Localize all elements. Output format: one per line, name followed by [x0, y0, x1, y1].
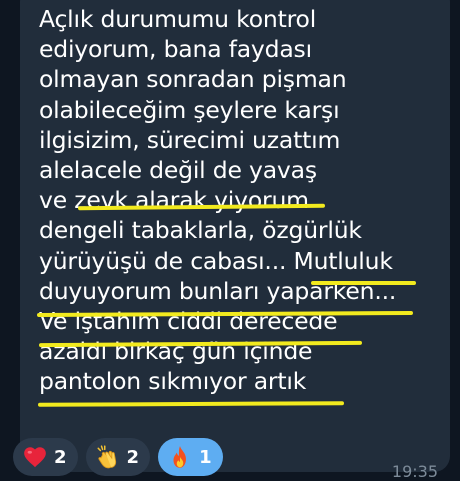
message-line: pantolon sıkmıyor artık — [39, 367, 307, 396]
fire-icon — [173, 446, 187, 468]
heart-icon — [24, 447, 46, 468]
highlight-underline — [311, 281, 416, 285]
message-line: ilgisizim, sürecimi uzattım — [39, 125, 341, 154]
clapping-hands-icon — [97, 445, 116, 469]
message-timestamp: 19:35 — [391, 462, 438, 481]
message-line: azaldı birkaç gün içinde — [39, 337, 313, 366]
message-line: alelacele değil de yavaş — [39, 155, 317, 184]
message-line: olabileceğim şeylere karşı — [39, 95, 340, 124]
message-line: dengeli tabaklarla, özgürlük — [39, 216, 362, 245]
chat-background: Açlık durumumu kontrol ediyorum, bana fa… — [0, 0, 460, 481]
message-bubble[interactable]: Açlık durumumu kontrol ediyorum, bana fa… — [20, 0, 450, 472]
message-line: ediyorum, bana faydası — [39, 35, 312, 64]
highlight-underline — [37, 401, 345, 407]
reaction-clap[interactable]: 2 — [85, 438, 151, 476]
reaction-count: 2 — [54, 446, 67, 468]
reactions-bar: 2 2 1 — [13, 438, 223, 476]
reaction-count: 2 — [126, 446, 140, 468]
reaction-fire[interactable]: 1 — [158, 438, 223, 476]
message-line: yürüyüşü de cabası... Mutluluk — [39, 246, 393, 275]
message-text: Açlık durumumu kontrol ediyorum, bana fa… — [39, 4, 444, 396]
reaction-heart[interactable]: 2 — [13, 438, 78, 476]
reaction-count: 1 — [199, 446, 212, 468]
message-line: Açlık durumumu kontrol — [39, 5, 317, 33]
message-line: ve zevk alarak yiyorum — [39, 186, 309, 215]
message-line: olmayan sonradan pişman — [39, 65, 347, 94]
